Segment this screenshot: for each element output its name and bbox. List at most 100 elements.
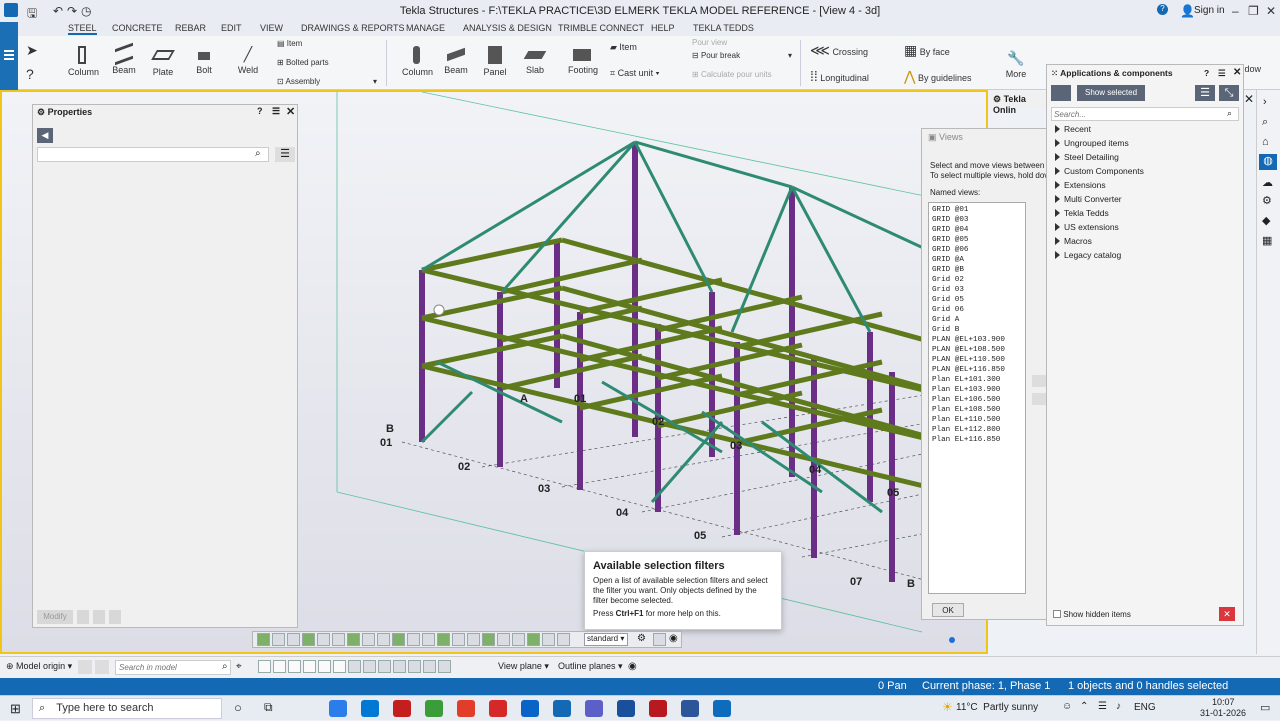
calculate-pour-units-button[interactable]: ⊞ Calculate pour units	[692, 70, 772, 79]
gear-icon[interactable]: ⚙	[1262, 194, 1272, 207]
named-view-item[interactable]: PLAN @EL+103.900	[932, 335, 1022, 345]
concrete-column-button[interactable]: Column	[402, 46, 433, 77]
pick-button[interactable]	[77, 610, 89, 624]
show-hidden-checkbox[interactable]: Show hidden items	[1053, 610, 1131, 619]
tab-tekla-tedds[interactable]: TEKLA TEDDS	[693, 23, 754, 33]
notification-icon[interactable]: ▭	[1260, 701, 1270, 714]
tab-steel[interactable]: STEEL	[68, 23, 97, 35]
restore-icon[interactable]: ❐	[1248, 4, 1259, 18]
taskbar-app-icon[interactable]	[361, 700, 379, 717]
tab-view[interactable]: VIEW	[260, 23, 283, 33]
apps-tree-item[interactable]: Recent	[1055, 124, 1144, 138]
language-indicator[interactable]: ENG	[1134, 702, 1156, 713]
member[interactable]	[579, 277, 723, 315]
member[interactable]	[730, 186, 794, 333]
named-view-item[interactable]: Plan EL+103.900	[932, 385, 1022, 395]
model-origin-select[interactable]: ⊕ Model origin ▾	[6, 661, 72, 672]
named-view-item[interactable]: Grid B	[932, 325, 1022, 335]
apps-close-icon[interactable]: ✕	[1233, 67, 1241, 78]
move-left-button[interactable]	[1032, 393, 1046, 405]
apps-help-icon[interactable]: ?	[1204, 68, 1209, 78]
member[interactable]	[579, 325, 723, 363]
cloud-icon[interactable]: ☁	[1262, 176, 1273, 189]
apps-search-input[interactable]	[1051, 107, 1239, 121]
collapse-left-icon[interactable]: ◀	[37, 128, 53, 143]
apps-menu-icon[interactable]: ☰	[1218, 68, 1226, 79]
member[interactable]	[791, 185, 933, 254]
properties-list-icon[interactable]: ☰	[275, 147, 295, 162]
windows-start-icon[interactable]: ⊞	[10, 701, 21, 717]
selection-switch-button[interactable]	[377, 633, 390, 646]
slab-button[interactable]: Slab	[521, 46, 549, 75]
cast-unit-button[interactable]: ⌗ Cast unit ▾	[610, 68, 659, 79]
taskbar-app-icon[interactable]	[425, 700, 443, 717]
selection-switch-button[interactable]	[422, 633, 435, 646]
steel-column-button[interactable]: Column	[68, 46, 99, 77]
apps-tree-item[interactable]: Legacy catalog	[1055, 250, 1144, 264]
snap-switch-button[interactable]	[273, 660, 286, 673]
assembly-button[interactable]: ⊡ Assembly	[277, 77, 320, 86]
view-plane-select[interactable]: View plane ▾	[498, 661, 549, 672]
apps-remove-icon[interactable]: ✕	[1219, 607, 1235, 621]
selection-switch-button[interactable]	[362, 633, 375, 646]
named-view-item[interactable]: Grid 06	[932, 305, 1022, 315]
selection-switch-button[interactable]	[272, 633, 285, 646]
taskbar-app-icon[interactable]	[457, 700, 475, 717]
by-face-button[interactable]: ▦ By face	[904, 42, 950, 59]
visibility-icon[interactable]: ◉	[669, 633, 678, 644]
tab-trimble-connect[interactable]: TRIMBLE CONNECT	[558, 23, 644, 33]
tab-help[interactable]: HELP	[651, 23, 675, 33]
cortana-icon[interactable]: ○	[234, 700, 242, 715]
snap-switch-button[interactable]	[393, 660, 406, 673]
named-view-item[interactable]: Plan EL+101.300	[932, 375, 1022, 385]
selection-switch-button[interactable]	[557, 633, 570, 646]
properties-close-icon[interactable]: ✕	[286, 105, 295, 118]
named-view-item[interactable]: PLAN @EL+110.500	[932, 355, 1022, 365]
clock-date[interactable]: 31-01-2026	[1200, 708, 1246, 718]
move-right-button[interactable]	[1032, 375, 1046, 387]
taskbar-app-icon[interactable]	[393, 700, 411, 717]
snap-button-2[interactable]	[95, 660, 109, 674]
clear-button[interactable]	[109, 610, 121, 624]
search-in-model-input[interactable]	[115, 660, 231, 675]
selection-switch-button[interactable]	[332, 633, 345, 646]
handle-point[interactable]	[433, 304, 445, 316]
panel-button[interactable]: Panel	[481, 46, 509, 77]
task-view-icon[interactable]: ⧉	[264, 700, 273, 715]
named-view-item[interactable]: Grid 02	[932, 275, 1022, 285]
select-tool-icon[interactable]	[653, 633, 666, 646]
member[interactable]	[761, 420, 883, 514]
select-arrow-icon[interactable]: ➤	[26, 42, 38, 59]
show-selected-button[interactable]: Show selected	[1077, 85, 1145, 101]
member[interactable]	[421, 237, 563, 273]
taskbar-app-icon[interactable]	[681, 700, 699, 717]
filter-settings-icon[interactable]: ⚙	[637, 633, 646, 644]
named-view-item[interactable]: GRID @B	[932, 265, 1022, 275]
pour-view-button[interactable]: Pour view	[692, 38, 727, 47]
expand-arrow-icon[interactable]	[1055, 223, 1060, 231]
cube-icon[interactable]: ◆	[1262, 214, 1270, 227]
more-button[interactable]: 🔧 More	[1003, 50, 1029, 79]
apps-tree-item[interactable]: US extensions	[1055, 222, 1144, 236]
expand-arrow-icon[interactable]	[1055, 153, 1060, 161]
selection-switch-button[interactable]	[542, 633, 555, 646]
selection-switch-button[interactable]	[527, 633, 540, 646]
selection-switch-button[interactable]	[407, 633, 420, 646]
snap-switch-button[interactable]	[348, 660, 361, 673]
tab-drawings-reports[interactable]: DRAWINGS & REPORTS	[301, 23, 405, 33]
bolted-parts-button[interactable]: ⊞ Bolted parts	[277, 58, 329, 67]
named-view-item[interactable]: Plan EL+116.850	[932, 435, 1022, 445]
taskbar-app-icon[interactable]	[553, 700, 571, 717]
named-view-item[interactable]: GRID @05	[932, 235, 1022, 245]
user-icon[interactable]: 👤	[1180, 4, 1195, 18]
modify-button[interactable]: Modify	[37, 610, 73, 624]
apps-tree-item[interactable]: Extensions	[1055, 180, 1144, 194]
snap-switch-button[interactable]	[258, 660, 271, 673]
apps-search-icon[interactable]: ⌕	[1227, 108, 1232, 119]
volume-icon[interactable]: ♪	[1116, 701, 1121, 712]
selection-filter-select[interactable]: standard ▾	[584, 633, 628, 646]
snap-switch-button[interactable]	[318, 660, 331, 673]
zoom-icon[interactable]: ⌖	[236, 661, 242, 672]
selection-switch-button[interactable]	[392, 633, 405, 646]
expand-arrow-icon[interactable]	[1055, 195, 1060, 203]
